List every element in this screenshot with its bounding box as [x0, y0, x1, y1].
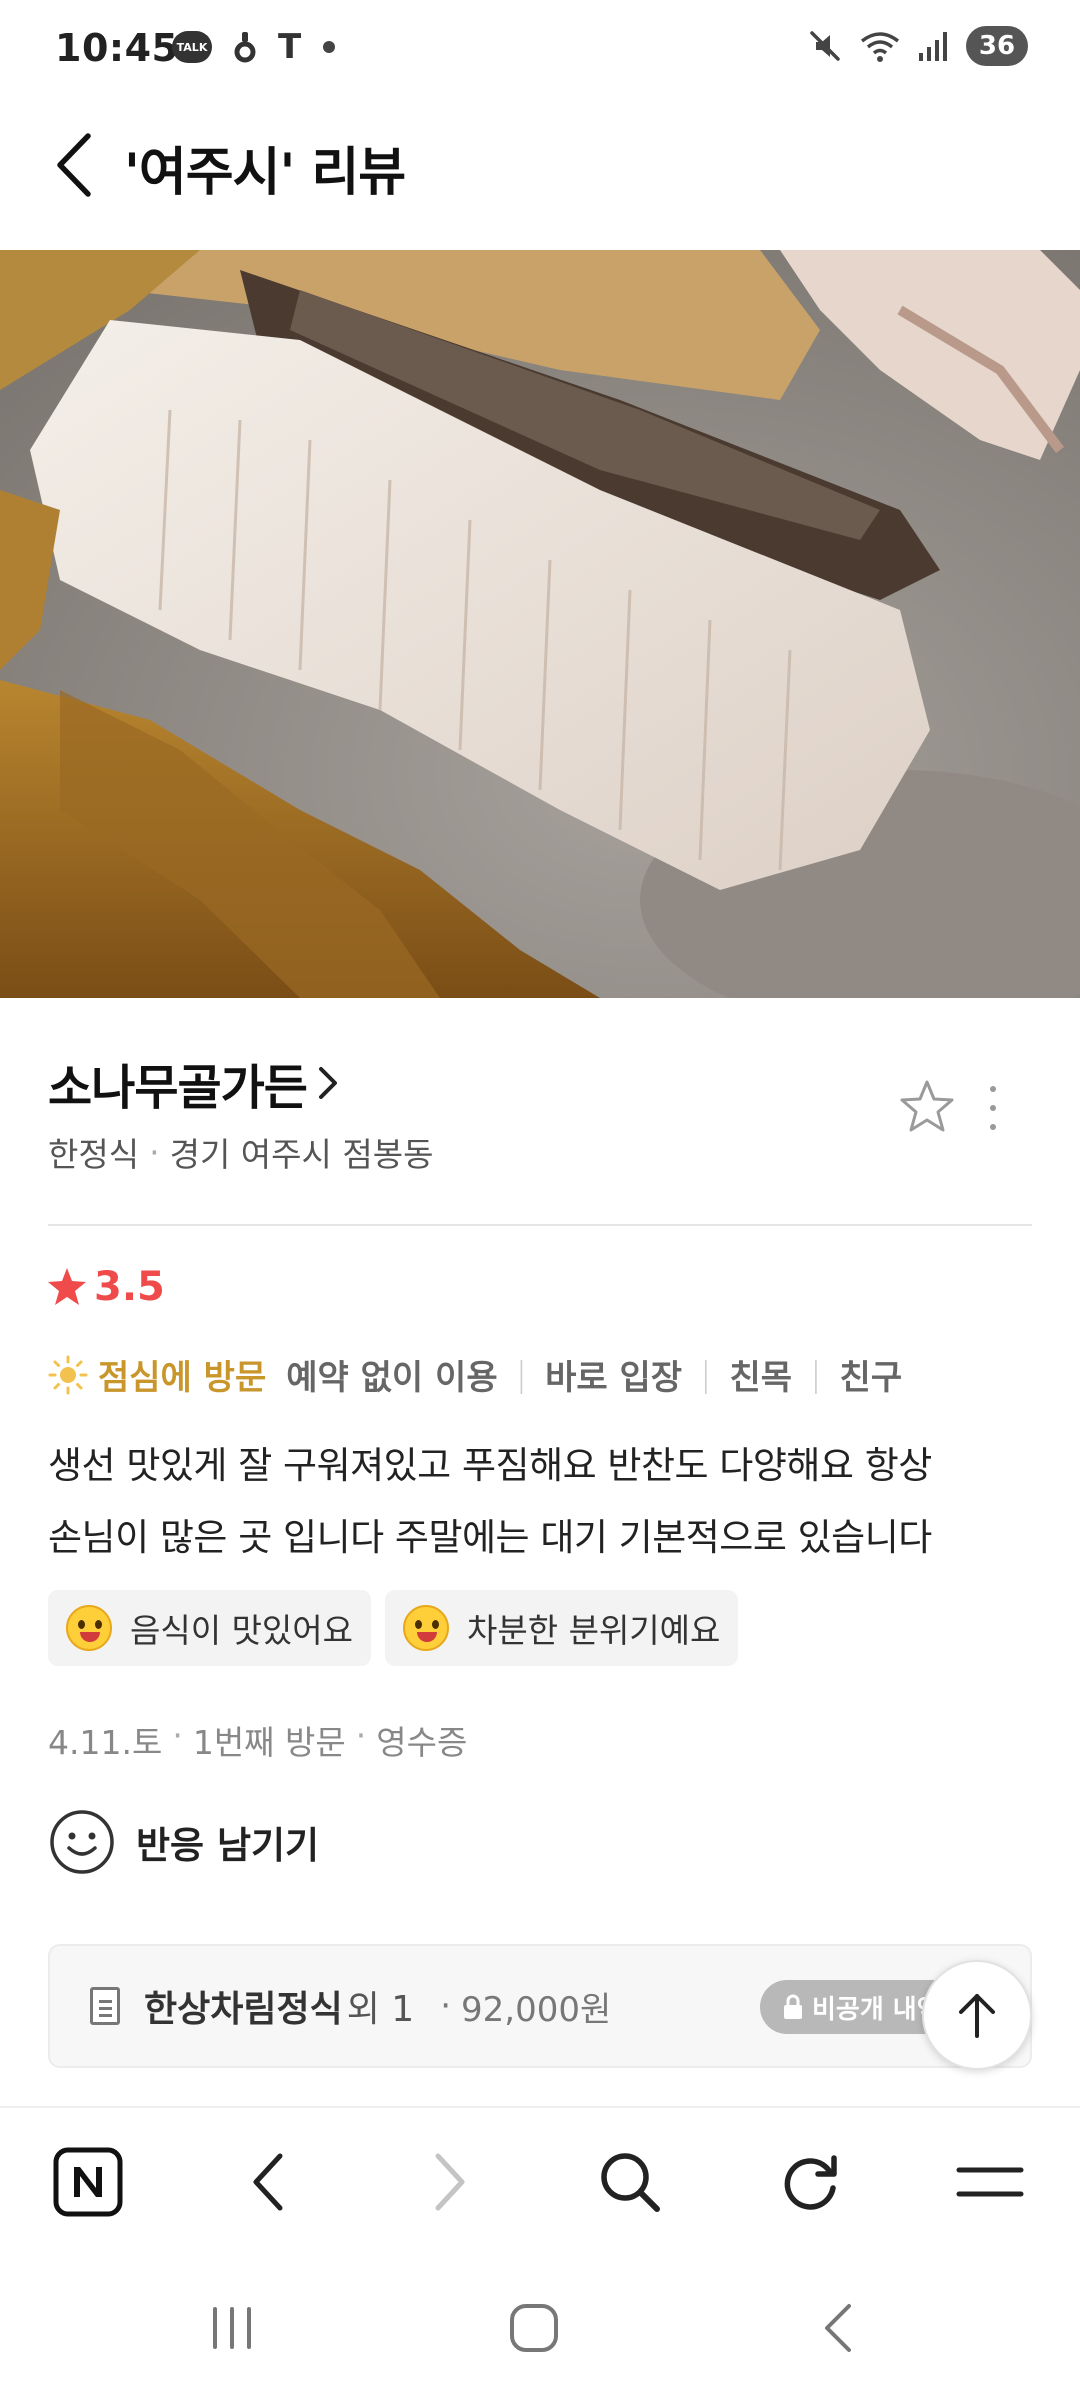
- meta-separator: ·: [172, 1716, 183, 1755]
- order-price-separator: ·: [440, 1986, 452, 2026]
- hamburger-menu-icon: [956, 2167, 1024, 2197]
- place-location: 경기 여주시 점봉동: [169, 1135, 434, 1174]
- rating-star-icon: [48, 1268, 86, 1305]
- place-name: 소나무골가든: [48, 1060, 308, 1116]
- meta-separator: ·: [149, 1132, 160, 1172]
- leave-reaction-button[interactable]: 반응 남기기: [48, 1808, 319, 1876]
- chevron-right-icon: [318, 1067, 337, 1099]
- more-dot-icon: [990, 1086, 996, 1092]
- battery-indicator: 36: [966, 26, 1028, 66]
- review-text: 생선 맛있게 잘 구워져있고 푸짐해요 반찬도 다양해요 항상 손님이 많은 곳…: [48, 1430, 1048, 1574]
- grilled-fish-photo: [0, 250, 1080, 998]
- order-more: 외 1: [346, 1989, 415, 2030]
- tag-separator: |: [700, 1354, 712, 1395]
- signal-icon: [919, 32, 947, 61]
- receipt-icon: [90, 1987, 120, 2025]
- back-button[interactable]: [44, 125, 104, 205]
- visit-tag: 예약 없이 이용: [286, 1358, 498, 1398]
- favorite-star-icon[interactable]: [898, 1078, 956, 1136]
- wifi-icon: [860, 32, 900, 62]
- status-time: 10:45: [55, 26, 179, 70]
- more-notifications-dot: [323, 41, 336, 53]
- system-status-icons: 36: [808, 26, 1028, 66]
- visit-tag: 바로 입장: [545, 1358, 683, 1398]
- lock-icon: [784, 1994, 802, 2019]
- visit-tags: 점심에 방문 예약 없이 이용 | 바로 입장 | 친목 | 친구: [48, 1350, 902, 1399]
- refresh-button[interactable]: [770, 2142, 850, 2222]
- chevron-left-icon: [825, 2304, 851, 2352]
- keyword-label: 음식이 맛있어요: [130, 1611, 354, 1650]
- system-navigation-bar: [0, 2256, 1080, 2400]
- review-text-line: 손님이 많은 곳 입니다 주말에는 대기 기본적으로 있습니다: [48, 1516, 932, 1559]
- kakaotalk-icon: TALK: [172, 31, 212, 63]
- recent-apps-button[interactable]: [192, 2298, 272, 2358]
- review-text-line: 생선 맛있게 잘 구워져있고 푸짐해요 반찬도 다양해요 항상: [48, 1444, 932, 1487]
- browser-forward-button[interactable]: [410, 2142, 490, 2222]
- mute-icon: [810, 31, 840, 61]
- tag-separator: |: [810, 1354, 822, 1395]
- chevron-right-icon: [435, 2153, 465, 2211]
- visit-time: 점심에 방문: [98, 1358, 267, 1398]
- more-dot-icon: [990, 1105, 996, 1111]
- refresh-icon: [784, 2155, 837, 2210]
- home-button[interactable]: [494, 2298, 574, 2358]
- meta-separator: ·: [355, 1716, 367, 1755]
- order-price: 92,000원: [461, 1989, 612, 2030]
- search-icon: [601, 2153, 660, 2212]
- keyword-chips: 음식이 맛있어요 차분한 분위기예요: [48, 1590, 739, 1666]
- verification-type: 영수증: [376, 1723, 468, 1762]
- search-button[interactable]: [590, 2142, 670, 2222]
- scroll-to-top-button[interactable]: [922, 1960, 1032, 2070]
- keyword-label: 차분한 분위기예요: [467, 1611, 721, 1650]
- t-icon: T: [278, 27, 302, 67]
- menu-button[interactable]: [950, 2142, 1030, 2222]
- order-item: 한상차림정식: [144, 1989, 343, 2030]
- naver-home-button[interactable]: [48, 2142, 128, 2222]
- sun-icon: [48, 1355, 88, 1394]
- rating-value: 3.5: [94, 1264, 165, 1310]
- reaction-label: 반응 남기기: [136, 1824, 320, 1867]
- naver-n-icon: [53, 2147, 123, 2217]
- keyword-chip: 차분한 분위기예요: [385, 1590, 739, 1666]
- visit-tag: 친구: [839, 1358, 903, 1398]
- place-category: 한정식: [48, 1135, 140, 1174]
- review-photo[interactable]: [0, 250, 1080, 998]
- visit-tag: 친목: [729, 1358, 793, 1398]
- page-title: '여주시' 리뷰: [124, 143, 406, 203]
- status-bar: 10:45 TALK T 36: [0, 0, 1080, 100]
- recent-apps-icon: [213, 2307, 251, 2349]
- visit-info: 4.11.토 · 1번째 방문 · 영수증: [48, 1716, 467, 1764]
- keyword-chip: 음식이 맛있어요: [48, 1590, 372, 1666]
- divider: [48, 1224, 1032, 1226]
- visit-count: 1번째 방문: [192, 1723, 346, 1762]
- chevron-left-icon: [57, 133, 91, 197]
- chevron-left-icon: [253, 2153, 283, 2211]
- arrow-up-icon: [959, 1994, 995, 2038]
- order-card[interactable]: 한상차림정식 외 1 · 92,000원 비공개 내역: [48, 1944, 1032, 2068]
- browser-back-button[interactable]: [228, 2142, 308, 2222]
- visit-date: 4.11.토: [48, 1723, 163, 1762]
- review-rating: 3.5: [46, 1264, 165, 1310]
- page-header: '여주시' 리뷰: [0, 100, 1080, 250]
- calm-emoji-icon: [403, 1605, 450, 1651]
- yummy-emoji-icon: [66, 1605, 112, 1651]
- notification-icon: [234, 32, 256, 63]
- home-icon: [510, 2304, 558, 2352]
- place-name-link[interactable]: 소나무골가든: [48, 1048, 339, 1118]
- tag-separator: |: [515, 1354, 528, 1395]
- place-meta: 한정식 · 경기 여주시 점봉동: [48, 1128, 433, 1176]
- browser-toolbar: [0, 2106, 1080, 2256]
- notification-icons: TALK T: [172, 27, 336, 67]
- system-back-button[interactable]: [798, 2298, 878, 2358]
- more-dot-icon: [990, 1124, 996, 1130]
- smiley-icon: [50, 1810, 114, 1874]
- more-options-button[interactable]: [978, 1078, 1008, 1138]
